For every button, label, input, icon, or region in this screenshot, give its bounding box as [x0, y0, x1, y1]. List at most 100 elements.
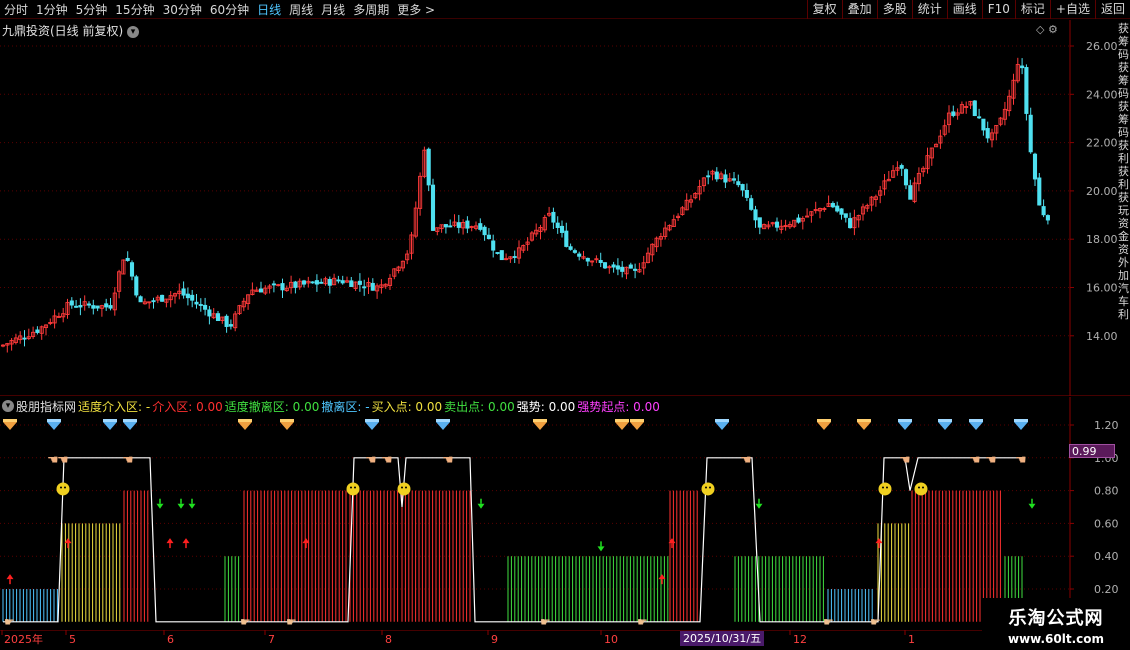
stock-chart-app: 分时 1分钟 5分钟 15分钟 30分钟 60分钟 日线 周线 月线 多周期 更多 > 复权 叠加 多股…	[0, 0, 1130, 650]
candle-body	[125, 257, 130, 261]
candle-body	[749, 198, 754, 210]
candle-body	[336, 279, 341, 282]
candle-body	[843, 213, 848, 218]
pointer-hand-icon: ☛	[637, 615, 648, 629]
candle-body	[95, 305, 100, 309]
period-tab-4[interactable]: 30分钟	[159, 1, 206, 18]
smiley-icon	[701, 482, 715, 496]
candle-body	[194, 301, 199, 305]
candle-body	[448, 225, 453, 228]
candle-body	[349, 280, 354, 287]
period-tab-5[interactable]: 60分钟	[206, 1, 253, 18]
side-info-text: 获筹码获筹码获筹码获利获利获玩资金资外加汽车利	[1118, 22, 1129, 321]
period-tab-2[interactable]: 5分钟	[72, 1, 112, 18]
date-label: 10	[604, 633, 618, 646]
ind-tick-label: 0.20	[1094, 583, 1119, 596]
date-axis: 2025年 5 6 7 8 9 10 12 1	[0, 630, 1130, 646]
candle-body	[628, 264, 633, 269]
tool-button-7[interactable]: +自选	[1049, 0, 1095, 19]
period-tab-7[interactable]: 周线	[285, 1, 317, 18]
stock-title[interactable]: 九鼎投资(日线 前复权) ▾	[2, 22, 140, 39]
smiley-icon	[914, 482, 928, 496]
tool-button-5[interactable]: F10	[981, 0, 1015, 19]
tool-button-4[interactable]: 画线	[946, 0, 982, 19]
diamond-icon[interactable]: ◇ ⚙	[1036, 23, 1058, 36]
tool-button-6[interactable]: 标记	[1014, 0, 1050, 19]
candle-body	[327, 278, 332, 286]
watermark: 乐淘公式网 www.60lt.com	[982, 598, 1130, 650]
candle-body	[215, 313, 221, 322]
period-tab-8[interactable]: 月线	[317, 1, 349, 18]
candle-body	[585, 257, 590, 262]
candle-body	[1020, 65, 1025, 69]
up-arrow-icon	[6, 574, 14, 585]
candle-body	[977, 116, 982, 119]
tool-button-1[interactable]: 叠加	[841, 0, 877, 19]
candle-body	[1032, 153, 1038, 180]
hand-icon: ☚	[122, 453, 134, 468]
up-arrow-icon	[182, 538, 190, 549]
tool-button-0[interactable]: 复权	[806, 0, 842, 19]
period-tab-6[interactable]: 日线	[253, 1, 285, 18]
tool-button-8[interactable]: 返回	[1094, 0, 1130, 19]
candle-body	[86, 303, 92, 306]
candle-body	[104, 303, 109, 308]
smiley-icon	[56, 482, 70, 496]
pointer-hand-icon: ☛	[870, 615, 881, 629]
hand-icon: ☚	[899, 453, 911, 468]
candle-body	[1024, 67, 1029, 114]
candle-body	[160, 294, 165, 302]
hand-icon: ☚	[1015, 453, 1027, 468]
stock-title-text: 九鼎投资(日线 前复权)	[2, 24, 124, 38]
candle-body	[714, 171, 719, 180]
candle-body	[258, 288, 264, 293]
period-tab-1[interactable]: 1分钟	[32, 1, 72, 18]
pointer-hand-icon: ☛	[4, 615, 15, 629]
period-tab-9[interactable]: 多周期	[349, 1, 393, 18]
price-tick-label: 22.00	[1086, 137, 1118, 150]
candle-body	[602, 262, 608, 269]
price-tick-label: 14.00	[1086, 330, 1118, 343]
period-tab-0[interactable]: 分时	[0, 1, 32, 18]
candle-body	[91, 305, 96, 309]
candle-body	[203, 304, 208, 310]
pointer-hand-icon: ☛	[823, 615, 834, 629]
candle-body	[310, 281, 315, 284]
hand-icon: ☚	[57, 453, 69, 468]
candle-body	[1037, 177, 1042, 206]
hand-icon: ☚	[969, 453, 981, 468]
down-arrow-icon	[188, 498, 196, 509]
candle-body	[615, 265, 620, 270]
ind-tick-label: 1.20	[1094, 419, 1119, 432]
candle-body	[78, 305, 83, 308]
candle-body	[108, 305, 113, 309]
candle-body	[314, 280, 319, 285]
candle-body	[512, 256, 517, 258]
diamond-icon	[123, 419, 137, 430]
candlestick-chart[interactable]: 26.00 24.00 22.00 20.00 18.00 16.00 14.00	[0, 20, 1130, 396]
date-label: 7	[268, 633, 275, 646]
indicator-chart[interactable]: 1.201.000.800.600.400.20☚☚ ☚ ☚ ☚ ☚ ☚ ☚ ☚ ☚ ☚☛ ☛ ☛ ☛ ☛…	[0, 397, 1130, 631]
tool-button-3[interactable]: 统计	[911, 0, 947, 19]
period-tab-3[interactable]: 15分钟	[111, 1, 158, 18]
tool-button-2[interactable]: 多股	[876, 0, 912, 19]
candle-body	[706, 175, 711, 178]
chevron-down-icon[interactable]: ▾	[127, 25, 140, 38]
date-label: 5	[69, 633, 76, 646]
candle-body	[495, 252, 500, 254]
candle-body	[499, 250, 504, 261]
candle-body	[456, 222, 461, 228]
watermark-title: 乐淘公式网	[1008, 608, 1104, 629]
candle-body	[228, 324, 233, 327]
price-tick-label: 18.00	[1086, 233, 1118, 246]
gear-icon[interactable]: ⚙	[1048, 23, 1058, 36]
candle-body	[731, 178, 737, 181]
candle-body	[151, 300, 156, 303]
period-tab-10[interactable]: 更多 >	[393, 1, 439, 18]
candle-body	[835, 205, 840, 212]
candle-body	[271, 283, 276, 286]
down-arrow-icon	[477, 498, 485, 509]
pointer-hand-icon: ☛	[286, 615, 297, 629]
candle-body	[753, 209, 758, 221]
candle-body	[757, 217, 762, 228]
